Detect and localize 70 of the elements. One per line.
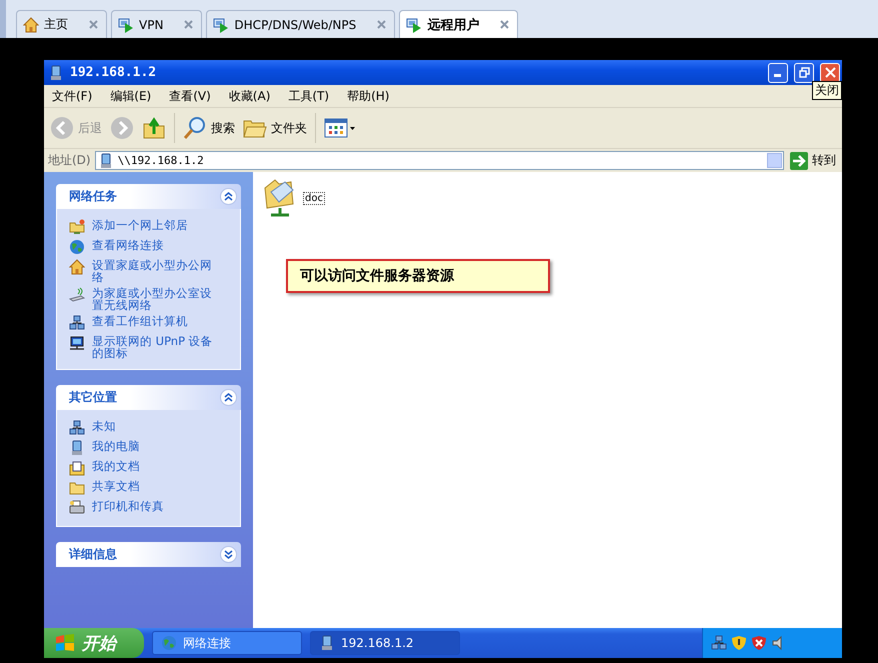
computer-icon	[48, 64, 64, 80]
folder-network-icon	[69, 219, 85, 235]
tab[interactable]: 远程用户	[399, 10, 518, 38]
panel-title: 详细信息	[69, 546, 117, 563]
collapse-button[interactable]	[220, 389, 237, 406]
house-icon	[23, 16, 39, 32]
callout-note: 可以访问文件服务器资源	[286, 259, 550, 293]
task-link[interactable]: 为家庭或小型办公室设置无线网络	[92, 287, 217, 311]
views-button[interactable]	[324, 117, 356, 139]
menu-item[interactable]: 文件(F)	[52, 88, 92, 104]
address-label: 地址(D)	[48, 152, 91, 169]
collapse-button[interactable]	[220, 546, 237, 563]
tooltip: 关闭	[812, 81, 842, 100]
tab[interactable]: DHCP/DNS/Web/NPS	[206, 10, 396, 38]
documents-icon	[69, 460, 85, 476]
task-link[interactable]: 我的电脑	[92, 440, 217, 452]
restore-icon	[798, 67, 810, 78]
close-button[interactable]	[820, 62, 840, 82]
computer-icon	[319, 635, 335, 651]
tab[interactable]: 主页	[16, 10, 107, 38]
computers-icon	[69, 420, 85, 436]
tab[interactable]: VPN	[111, 10, 202, 38]
window-title: 192.168.1.2	[70, 65, 158, 80]
globe-icon	[161, 635, 177, 651]
task-link[interactable]: 显示联网的 UPnP 设备的图标	[92, 335, 217, 359]
remote-desktop-icon	[406, 16, 422, 32]
file-name[interactable]: doc	[303, 192, 325, 204]
computers-icon	[69, 315, 85, 331]
taskbar-button[interactable]: 网络连接	[152, 631, 302, 655]
search-icon	[183, 116, 207, 140]
folder-up-icon[interactable]	[142, 116, 166, 140]
remote-desktop-icon	[118, 16, 134, 32]
shield-icon[interactable]	[731, 635, 747, 651]
shield-icon[interactable]	[751, 635, 767, 651]
panel-title: 其它位置	[69, 389, 117, 406]
menu-item[interactable]: 帮助(H)	[347, 88, 390, 104]
task-link[interactable]: 我的文档	[92, 460, 217, 472]
wireless-router-icon	[69, 287, 85, 303]
folder-icon	[69, 480, 85, 496]
panel-title: 网络任务	[69, 188, 117, 205]
windows-flag-icon	[54, 633, 76, 653]
menu-item[interactable]: 查看(V)	[169, 88, 211, 104]
restore-button[interactable]	[794, 62, 814, 82]
computers-icon	[711, 635, 727, 651]
minimize-button[interactable]	[768, 62, 788, 82]
address-field[interactable]: \\192.168.1.2	[94, 151, 784, 170]
menu-item[interactable]: 编辑(E)	[110, 88, 152, 104]
task-link[interactable]: 未知	[92, 420, 217, 432]
close-icon[interactable]	[500, 20, 510, 29]
house-icon	[69, 259, 85, 275]
task-link[interactable]: 查看工作组计算机	[92, 315, 217, 327]
globe-icon	[69, 239, 85, 255]
folders-button[interactable]: 文件夹	[243, 117, 307, 139]
monitor-icon	[69, 335, 85, 351]
arrow-icon	[790, 152, 808, 170]
menu-item[interactable]: 工具(T)	[288, 88, 330, 104]
menu-item[interactable]: 收藏(A)	[228, 88, 270, 104]
collapse-button[interactable]	[220, 188, 237, 205]
computer-icon	[69, 440, 85, 456]
task-link[interactable]: 添加一个网上邻居	[92, 219, 217, 231]
search-button[interactable]: 搜索	[183, 116, 235, 140]
close-icon	[824, 67, 836, 78]
remote-desktop-icon	[213, 16, 230, 32]
taskbar-button[interactable]: 192.168.1.2	[310, 631, 460, 655]
go-button[interactable]: 转到	[788, 152, 838, 170]
task-link[interactable]: 查看网络连接	[92, 239, 217, 251]
task-link[interactable]: 共享文档	[92, 480, 217, 492]
task-link[interactable]: 设置家庭或小型办公网络	[92, 259, 217, 283]
printer-icon	[69, 500, 85, 516]
task-link[interactable]: 打印机和传真	[92, 500, 217, 512]
